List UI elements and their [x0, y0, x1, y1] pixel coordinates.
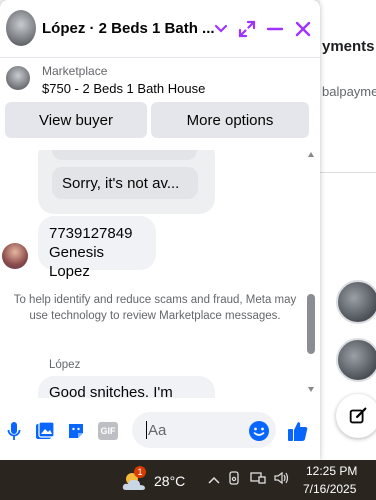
listing-title[interactable]: $750 - 2 Beds 1 Bath House	[42, 81, 205, 96]
clock-time[interactable]: 12:25 PM	[306, 464, 357, 478]
chevron-down-icon[interactable]	[210, 18, 232, 40]
background-right-panel	[320, 0, 376, 460]
background-balpay-text: balpayme	[322, 84, 376, 99]
message-input-placeholder: Aa	[148, 421, 167, 439]
thumbs-up-icon[interactable]	[287, 420, 309, 442]
view-buyer-button[interactable]: View buyer	[5, 102, 147, 138]
gif-label: GIF	[98, 422, 118, 440]
compose-icon	[349, 407, 367, 424]
gif-icon[interactable]: GIF	[97, 420, 119, 442]
chat-avatar[interactable]	[6, 10, 36, 46]
sender-avatar[interactable]	[2, 243, 28, 269]
close-icon[interactable]	[292, 18, 314, 40]
chat-header[interactable]: López · 2 Beds 1 Bath ...	[0, 0, 320, 58]
message-text: Genesis Lopez	[49, 244, 105, 280]
microphone-icon[interactable]	[3, 420, 25, 442]
quick-reply-button[interactable]: Sorry, it's not av...	[52, 167, 198, 199]
meet-now-icon[interactable]	[228, 471, 242, 488]
windows-taskbar: 1 28°C 12:25 PM 7/16/2025	[0, 460, 376, 500]
message-bubble[interactable]: Good snitches. I'm	[38, 376, 215, 398]
contact-avatar-1[interactable]	[336, 280, 376, 324]
more-options-button[interactable]: More options	[151, 102, 309, 138]
contact-avatar-2[interactable]	[336, 338, 376, 382]
chat-title[interactable]: López · 2 Beds 1 Bath ...	[42, 20, 215, 37]
scroll-up-arrow-icon[interactable]	[308, 152, 314, 157]
safety-notice: To help identify and reduce scams and fr…	[13, 294, 297, 322]
thread-scrollbar[interactable]	[305, 150, 317, 398]
minimize-icon[interactable]	[264, 18, 286, 40]
message-composer: GIF Aa	[0, 398, 320, 460]
clock-date[interactable]: 7/16/2025	[303, 482, 356, 496]
background-payments-text: yments	[322, 38, 375, 55]
volume-icon[interactable]	[274, 471, 290, 488]
text-caret	[146, 421, 147, 439]
expand-icon[interactable]	[236, 18, 258, 40]
listing-thumbnail[interactable]	[6, 66, 30, 90]
marketplace-label: Marketplace	[42, 64, 108, 78]
system-tray	[208, 471, 290, 488]
network-icon[interactable]	[250, 471, 266, 488]
sender-name: López	[49, 359, 81, 371]
scroll-down-arrow-icon[interactable]	[308, 387, 314, 392]
message-bubble[interactable]: 7739127849 Genesis Lopez	[38, 216, 156, 280]
quick-reply-button[interactable]	[52, 150, 197, 160]
chevron-up-icon[interactable]	[208, 472, 220, 488]
background-divider	[320, 172, 376, 173]
message-text: 7739127849	[49, 225, 133, 242]
sticker-icon[interactable]	[65, 420, 87, 442]
scrollbar-thumb[interactable]	[307, 294, 315, 354]
weather-widget[interactable]: 1	[120, 466, 148, 494]
chat-window: López · 2 Beds 1 Bath ... Marketplace $7…	[0, 0, 320, 460]
photo-icon[interactable]	[34, 420, 56, 442]
message-thread[interactable]: Sorry, it's not av... 7739127849 Genesis…	[0, 150, 320, 398]
weather-badge: 1	[134, 466, 146, 478]
weather-temperature[interactable]: 28°C	[154, 473, 185, 489]
marketplace-listing-card: Marketplace $750 - 2 Beds 1 Bath House V…	[0, 58, 320, 150]
new-message-button[interactable]	[336, 394, 376, 438]
emoji-icon[interactable]	[248, 420, 270, 442]
